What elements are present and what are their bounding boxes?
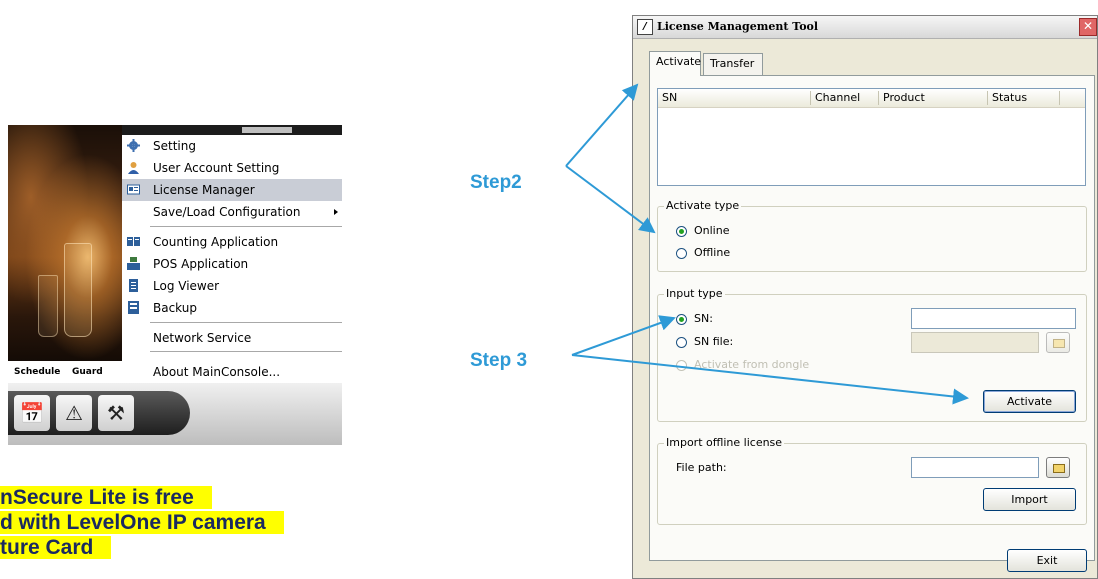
step3-arrow-to-sn-radio bbox=[571, 315, 676, 356]
step3-arrow-to-activate-button bbox=[571, 354, 969, 405]
step2-arrow-to-activate-tab bbox=[565, 83, 639, 167]
step2-arrow-to-online-radio bbox=[565, 165, 656, 234]
annotation-arrows bbox=[565, 83, 969, 405]
tab-activate[interactable]: Activate bbox=[649, 51, 701, 76]
